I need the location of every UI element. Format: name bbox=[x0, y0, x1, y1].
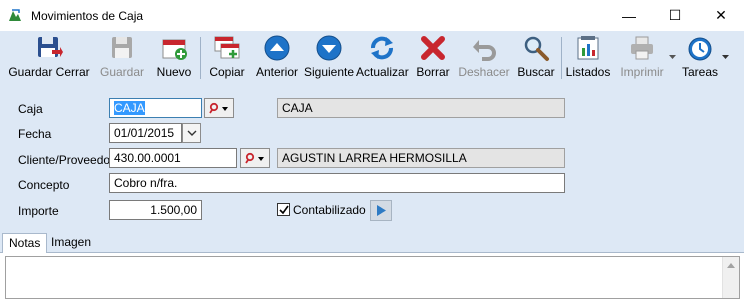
save-close-icon bbox=[38, 37, 63, 57]
copy-button[interactable]: Copiar bbox=[205, 31, 249, 83]
caja-label: Caja bbox=[18, 102, 43, 116]
form-panel: Caja CAJA CAJA Fecha 01/01/2015 Cliente/… bbox=[0, 84, 744, 232]
app-icon bbox=[9, 9, 21, 21]
tab-imagen[interactable]: Imagen bbox=[45, 233, 97, 252]
play-icon bbox=[377, 205, 386, 216]
cliente-description: AGUSTIN LARREA HERMOSILLA bbox=[277, 148, 565, 168]
new-icon bbox=[162, 39, 187, 60]
caja-description: CAJA bbox=[277, 98, 565, 118]
toolbar: Guardar Cerrar Guardar Nuevo Copiar Ante… bbox=[0, 31, 744, 85]
checkmark-icon bbox=[279, 205, 289, 215]
undo-icon bbox=[473, 40, 496, 61]
next-icon bbox=[316, 35, 342, 61]
search-label: Buscar bbox=[517, 65, 555, 79]
toolbar-separator bbox=[200, 37, 201, 79]
key-icon bbox=[209, 102, 228, 114]
toolbar-separator bbox=[561, 37, 562, 79]
notes-scrollbar[interactable] bbox=[722, 257, 739, 298]
search-icon bbox=[524, 36, 549, 61]
print-label: Imprimir bbox=[620, 65, 664, 79]
reports-button[interactable]: Listados bbox=[565, 31, 611, 83]
print-dropdown-icon[interactable] bbox=[669, 55, 676, 60]
save-close-button[interactable]: Guardar Cerrar bbox=[8, 31, 90, 83]
save-close-label: Guardar Cerrar bbox=[8, 65, 90, 79]
search-button[interactable]: Buscar bbox=[515, 31, 557, 83]
new-button[interactable]: Nuevo bbox=[152, 31, 196, 83]
chevron-down-icon bbox=[187, 130, 197, 136]
fecha-label: Fecha bbox=[18, 127, 52, 141]
reports-label: Listados bbox=[565, 65, 611, 79]
caja-value: CAJA bbox=[114, 101, 145, 115]
tab-strip: Notas Imagen bbox=[0, 232, 744, 253]
fecha-input[interactable]: 01/01/2015 bbox=[109, 123, 182, 143]
print-button[interactable]: Imprimir bbox=[615, 31, 669, 83]
previous-label: Anterior bbox=[255, 65, 299, 79]
importe-input[interactable]: 1.500,00 bbox=[109, 200, 202, 220]
new-label: Nuevo bbox=[156, 65, 192, 79]
contabilizado-checkbox[interactable] bbox=[277, 203, 290, 216]
notes-textarea[interactable] bbox=[5, 256, 740, 299]
reports-icon bbox=[577, 36, 599, 60]
date-dropdown-button[interactable] bbox=[182, 123, 201, 143]
previous-icon bbox=[264, 35, 290, 61]
delete-button[interactable]: Borrar bbox=[413, 31, 453, 83]
delete-label: Borrar bbox=[416, 65, 450, 79]
refresh-label: Actualizar bbox=[356, 65, 409, 79]
tasks-dropdown-icon[interactable] bbox=[722, 55, 729, 60]
refresh-button[interactable]: Actualizar bbox=[356, 31, 409, 83]
tab-notas[interactable]: Notas bbox=[2, 233, 48, 253]
importe-label: Importe bbox=[18, 204, 59, 218]
window-title: Movimientos de Caja bbox=[31, 9, 144, 23]
cliente-lookup-button[interactable] bbox=[240, 148, 270, 168]
save-label: Guardar bbox=[99, 65, 145, 79]
tasks-label: Tareas bbox=[681, 65, 719, 79]
refresh-icon bbox=[371, 36, 393, 60]
copy-icon bbox=[214, 36, 240, 59]
scroll-up-icon[interactable] bbox=[727, 263, 735, 268]
copy-label: Copiar bbox=[209, 65, 245, 79]
delete-icon bbox=[421, 36, 445, 60]
caja-input[interactable]: CAJA bbox=[109, 98, 202, 118]
save-button[interactable]: Guardar bbox=[96, 31, 148, 83]
concepto-label: Concepto bbox=[18, 178, 70, 192]
next-label: Siguiente bbox=[303, 65, 355, 79]
undo-label: Deshacer bbox=[458, 65, 510, 79]
undo-button[interactable]: Deshacer bbox=[458, 31, 510, 83]
minimize-button[interactable]: — bbox=[606, 0, 652, 31]
concepto-input[interactable]: Cobro n/fra. bbox=[109, 173, 565, 193]
maximize-button[interactable]: ☐ bbox=[652, 0, 698, 31]
print-icon bbox=[631, 36, 653, 60]
cliente-label: Cliente/Proveedor bbox=[18, 153, 115, 167]
cliente-input[interactable]: 430.00.0001 bbox=[109, 148, 237, 168]
previous-button[interactable]: Anterior bbox=[253, 31, 301, 83]
save-icon bbox=[112, 37, 132, 58]
next-button[interactable]: Siguiente bbox=[303, 31, 355, 83]
close-button[interactable]: ✕ bbox=[698, 0, 744, 31]
tasks-icon bbox=[688, 37, 712, 61]
contabilizado-label: Contabilizado bbox=[293, 203, 366, 217]
caja-lookup-button[interactable] bbox=[204, 98, 234, 118]
contabilizar-button[interactable] bbox=[370, 200, 392, 221]
tasks-button[interactable]: Tareas bbox=[680, 31, 720, 83]
key-icon bbox=[245, 152, 264, 164]
title-bar: Movimientos de Caja — ☐ ✕ bbox=[0, 0, 744, 31]
